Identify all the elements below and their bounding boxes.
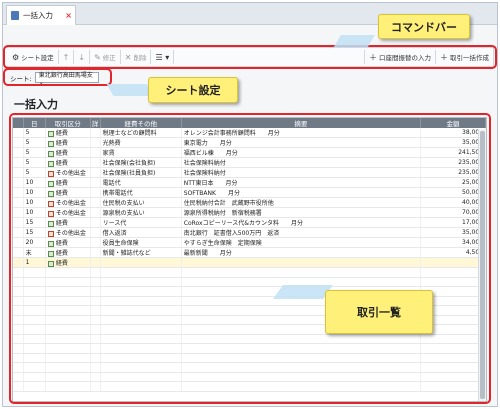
sheet-settings-callout: シート設定 <box>148 77 238 103</box>
tab-label: 一括入力 <box>23 11 53 20</box>
transaction-list-callout: 取引一覧 <box>325 290 433 334</box>
close-icon[interactable]: × <box>65 11 72 20</box>
command-bar-callout: コマンドバー <box>378 14 470 39</box>
tab-bulk-input[interactable]: 一括入力 × <box>6 5 76 25</box>
page-title: 一括入力 <box>14 98 58 111</box>
document-icon <box>11 11 19 20</box>
sheet-settings-arrow <box>106 84 154 96</box>
sheet-settings-highlight <box>3 68 112 86</box>
transaction-list-highlight <box>9 113 491 404</box>
transaction-list-arrow <box>273 285 333 299</box>
command-bar-highlight <box>3 45 497 69</box>
